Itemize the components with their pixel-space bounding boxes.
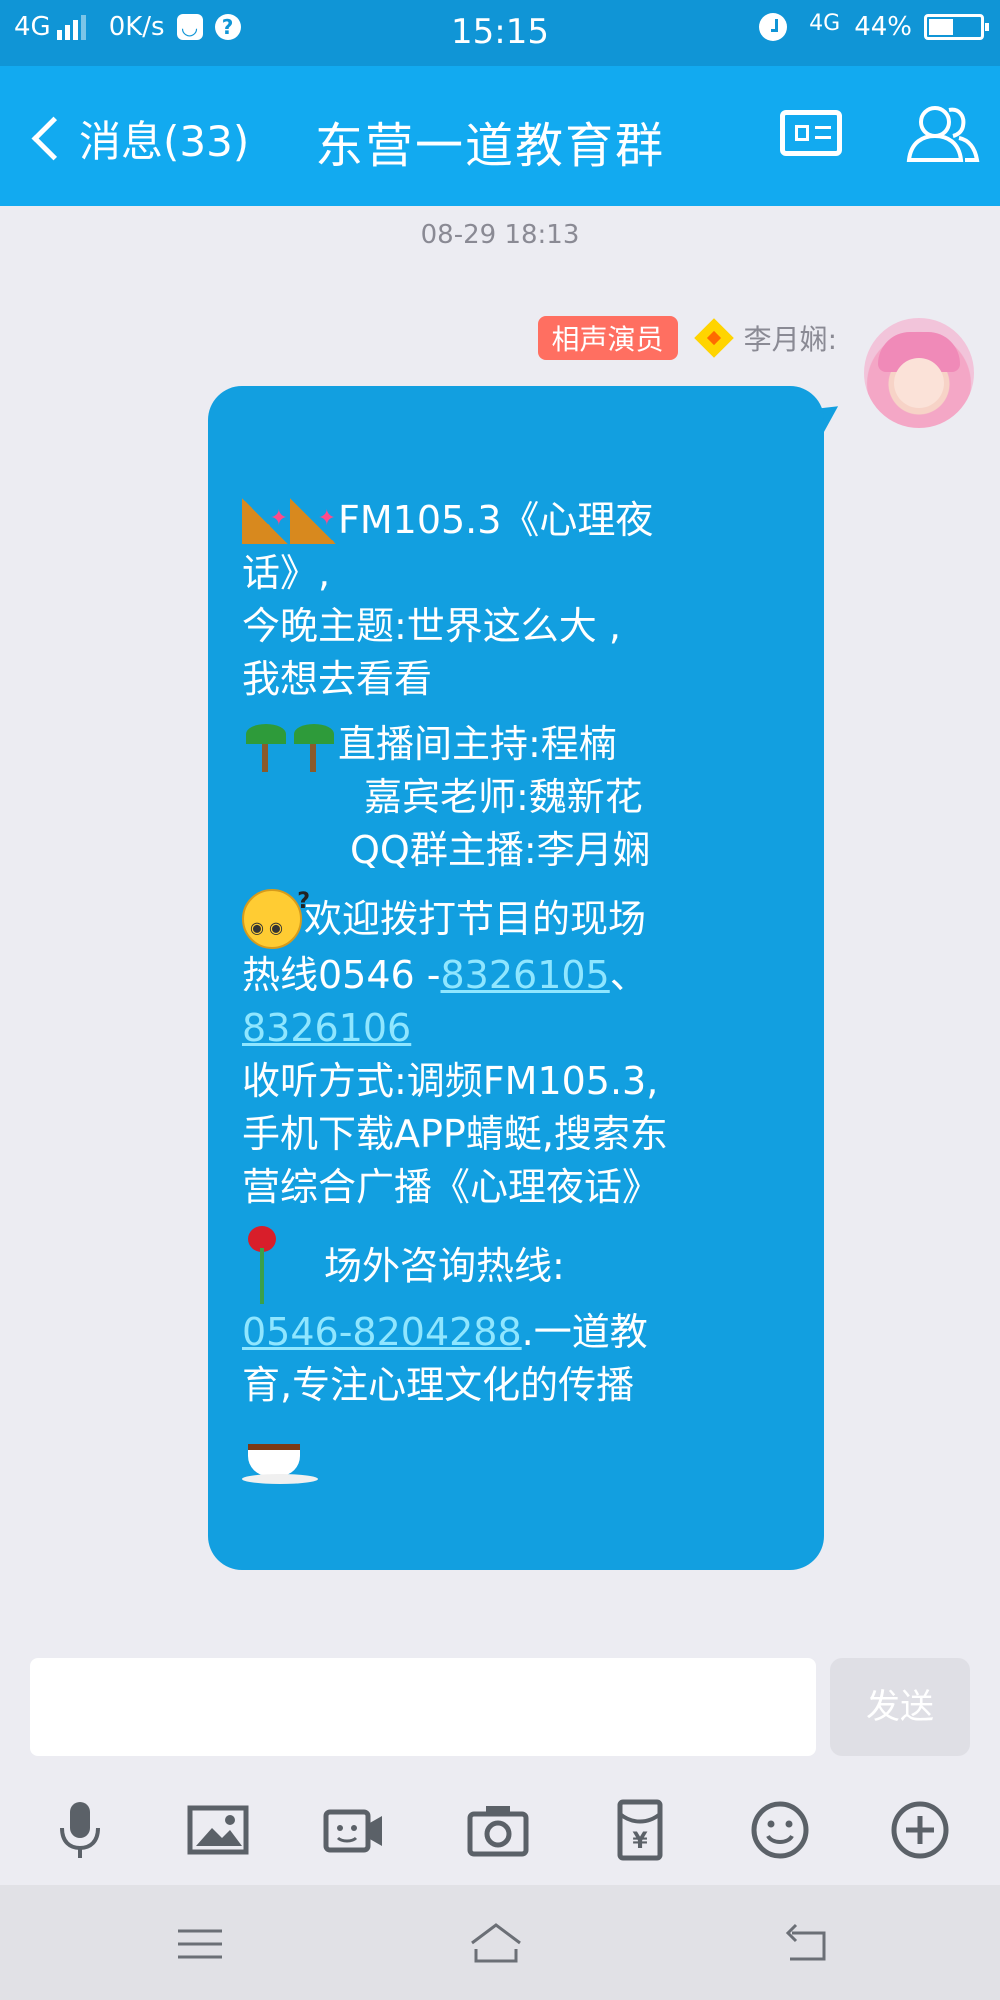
message-timestamp: 08-29 18:13	[420, 220, 580, 250]
coffee-icon	[242, 1426, 318, 1486]
status-bar: 4G 0K/s ◡ ? 15:15 4G 44%	[0, 0, 1000, 66]
message-line: 场外咨询热线:	[242, 1226, 804, 1306]
message-line-text: 场外咨询热线:	[324, 1243, 565, 1288]
back-nav-icon[interactable]	[776, 1919, 836, 1969]
member-level-icon	[693, 318, 734, 358]
message-line: 今晚主题:世界这么大 ,	[242, 604, 621, 648]
status-right: 4G 44%	[759, 10, 989, 42]
message-line: FM105.3《心理夜	[242, 492, 804, 547]
menu-icon[interactable]	[170, 1919, 230, 1969]
message-line-text: 、	[609, 953, 648, 997]
message-line: 嘉宾老师:魏新花	[364, 775, 643, 819]
avatar[interactable]	[864, 318, 974, 428]
home-icon[interactable]	[466, 1919, 526, 1969]
message-line-text: FM105.3《心理夜	[338, 498, 654, 542]
confused-face-icon	[242, 875, 310, 954]
phone-link[interactable]: 0546-8204288	[242, 1306, 522, 1359]
message-line: 营综合广播《心理夜话》	[242, 1165, 661, 1209]
back-label: 消息(33)	[79, 117, 250, 166]
message-line: 0546-8204288 .一道教	[242, 1306, 804, 1359]
party-popper-icon	[290, 492, 336, 545]
member-title-badge: 相声演员	[537, 316, 678, 360]
title-bar: 消息(33) 东营一道教育群	[0, 66, 1000, 206]
message-line: 8326106	[242, 1002, 804, 1055]
chat-title: 东营一道教育群	[315, 118, 666, 174]
battery-icon	[924, 14, 989, 40]
group-card-icon[interactable]	[780, 110, 842, 156]
message-line	[242, 1426, 804, 1486]
message-input[interactable]	[30, 1658, 816, 1756]
message-line: 热线0546 - 8326105 、	[242, 949, 804, 1002]
message-line: 我想去看看	[242, 657, 433, 701]
image-icon[interactable]	[186, 1798, 250, 1862]
phone-link[interactable]: 8326106	[242, 1002, 411, 1055]
group-members-icon[interactable]	[905, 102, 981, 166]
message-bubble[interactable]: FM105.3《心理夜 话》, 今晚主题:世界这么大 , 我想去看看 直播间主持…	[208, 386, 824, 1570]
battery-percent: 44%	[854, 12, 912, 42]
palm-tree-icon	[242, 722, 288, 772]
sender-row: 相声演员 李月娴:	[537, 316, 837, 360]
message-line: 收听方式:调频FM105.3,	[242, 1059, 659, 1103]
palm-tree-icon	[290, 722, 336, 772]
voice-icon[interactable]	[48, 1798, 112, 1862]
chevron-left-icon	[31, 116, 76, 161]
red-packet-icon[interactable]: ¥	[608, 1798, 672, 1862]
message-text: FM105.3《心理夜 话》, 今晚主题:世界这么大 , 我想去看看 直播间主持…	[242, 492, 804, 1486]
message-line-text: 直播间主持:程楠	[338, 722, 617, 766]
message-line: QQ群主播:李月娴	[350, 828, 651, 872]
party-popper-icon	[242, 492, 288, 545]
network-right-label: 4G	[809, 10, 841, 36]
video-call-icon[interactable]	[322, 1798, 386, 1862]
message-line: 育,专注心理文化的传播	[242, 1363, 635, 1407]
camera-icon[interactable]	[466, 1798, 530, 1862]
plus-icon[interactable]	[888, 1798, 952, 1862]
input-toolbar: ¥	[0, 1782, 1000, 1872]
svg-text:¥: ¥	[632, 1829, 648, 1854]
message-line: 欢迎拨打节目的现场	[242, 875, 804, 954]
send-button[interactable]: 发送	[830, 1658, 970, 1756]
emoji-icon[interactable]	[748, 1798, 812, 1862]
message-line-text: .一道教	[521, 1310, 648, 1354]
back-button[interactable]: 消息(33)	[28, 108, 249, 169]
message-line: 手机下载APP蜻蜓,搜索东	[242, 1112, 668, 1156]
rose-icon	[242, 1226, 282, 1306]
message-line-text: 热线0546 -	[242, 953, 441, 997]
sender-name[interactable]: 李月娴:	[744, 318, 837, 358]
phone-link[interactable]: 8326105	[441, 949, 610, 1002]
system-nav-bar	[0, 1885, 1000, 2000]
message-line: 话》,	[242, 551, 331, 595]
message-line-text: 欢迎拨打节目的现场	[304, 896, 647, 941]
alarm-icon	[759, 13, 788, 41]
message-line: 直播间主持:程楠	[242, 718, 804, 772]
